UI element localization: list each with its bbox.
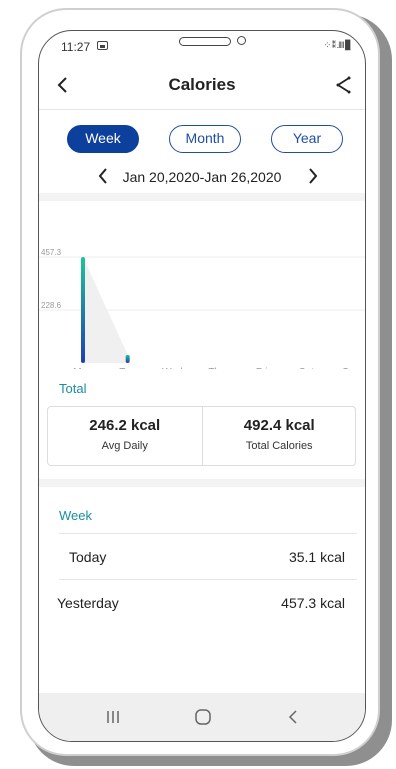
home-icon[interactable] — [193, 707, 213, 727]
row-divider — [59, 533, 357, 534]
list-item: Yesterday 457.3 kcal — [39, 581, 365, 625]
tab-year[interactable]: Year — [271, 125, 343, 153]
system-nav-bar — [39, 693, 365, 741]
x-tick-label: Sun — [342, 367, 360, 369]
avg-daily-value: 246.2 kcal — [89, 417, 161, 434]
recent-apps-icon[interactable] — [103, 707, 123, 727]
app-screen: 11:27 ⁘ ⁑ .‖‖ ▊ Calories Week Month Year… — [38, 30, 366, 742]
list-item-day: Yesterday — [57, 595, 119, 611]
list-item: Today 35.1 kcal — [39, 535, 365, 579]
tab-month[interactable]: Month — [169, 125, 241, 153]
speaker-notch — [179, 37, 231, 46]
total-section-label: Total — [59, 381, 87, 396]
x-tick-label: Thu — [208, 367, 225, 369]
nav-back-icon[interactable] — [283, 707, 303, 727]
section-divider — [39, 479, 365, 487]
calories-chart: 457.3 228.6 Mon Tue Wed Thu Fri Sat Sun — [39, 248, 365, 369]
status-time: 11:27 — [61, 40, 91, 54]
row-divider — [59, 579, 357, 580]
x-tick-label: Fri — [256, 367, 268, 369]
total-calories-cell: 492.4 kcal Total Calories — [201, 407, 357, 465]
chart-bar — [81, 257, 85, 363]
y-tick-label: 457.3 — [41, 248, 62, 257]
date-range-selector: Jan 20,2020-Jan 26,2020 — [39, 165, 365, 189]
y-tick-label: 228.6 — [41, 301, 62, 310]
status-bar: 11:27 ⁘ ⁑ .‖‖ ▊ — [39, 31, 365, 59]
header-divider — [39, 109, 365, 110]
image-notification-icon — [97, 41, 108, 50]
list-item-value: 457.3 kcal — [281, 595, 345, 611]
summary-card: 246.2 kcal Avg Daily 492.4 kcal Total Ca… — [47, 406, 356, 466]
section-divider — [39, 193, 365, 201]
list-item-day: Today — [69, 549, 107, 565]
share-icon[interactable] — [331, 71, 355, 99]
x-tick-label: Wed — [162, 367, 182, 369]
x-tick-label: Mon — [73, 367, 92, 369]
tab-week[interactable]: Week — [67, 125, 139, 153]
x-tick-label: Sat — [299, 367, 314, 369]
chevron-right-icon[interactable] — [305, 165, 321, 187]
total-calories-value: 492.4 kcal — [243, 417, 315, 434]
camera-notch — [237, 36, 246, 45]
list-item-value: 35.1 kcal — [288, 549, 345, 565]
week-section-label: Week — [59, 508, 92, 523]
avg-daily-cell: 246.2 kcal Avg Daily — [48, 407, 202, 465]
app-header: Calories — [39, 63, 365, 107]
avg-daily-label: Avg Daily — [101, 440, 148, 452]
x-tick-label: Tue — [119, 367, 136, 369]
signal-icons: ⁘ ⁑ .‖‖ ▊ — [323, 40, 352, 50]
page-title: Calories — [168, 75, 236, 94]
chart-bar — [125, 354, 130, 363]
total-calories-label: Total Calories — [245, 440, 313, 452]
